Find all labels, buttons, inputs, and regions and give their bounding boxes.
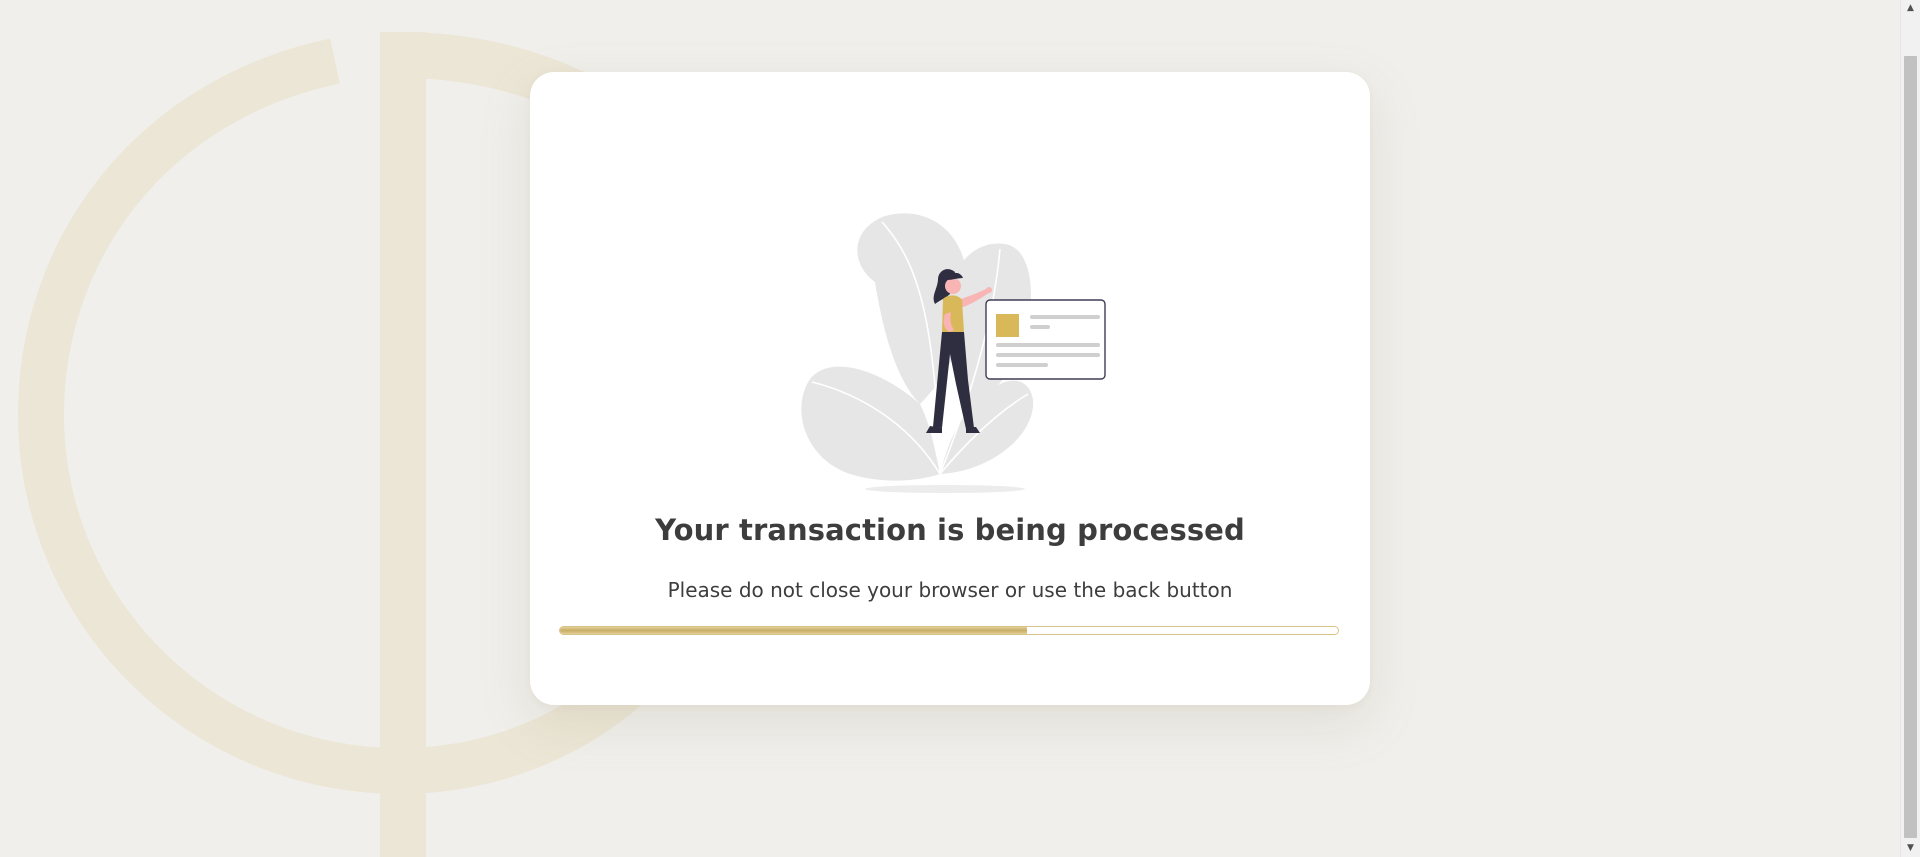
scroll-down-arrow-icon[interactable]: ▼ <box>1901 840 1920 857</box>
page: Your transaction is being processed Plea… <box>0 0 1920 857</box>
scroll-up-arrow-icon[interactable]: ▲ <box>1901 0 1920 17</box>
credit-card-graphic <box>985 299 1106 380</box>
vertical-scrollbar[interactable]: ▲ ▼ <box>1900 0 1920 857</box>
progress-bar <box>559 626 1339 635</box>
instruction-text: Please do not close your browser or use … <box>667 578 1233 602</box>
processing-card: Your transaction is being processed Plea… <box>530 72 1370 705</box>
woman-with-credit-card-illustration <box>801 213 1106 493</box>
scrollbar-thumb[interactable] <box>1904 56 1917 838</box>
progress-bar-fill <box>560 627 1027 634</box>
page-title: Your transaction is being processed <box>655 513 1245 547</box>
